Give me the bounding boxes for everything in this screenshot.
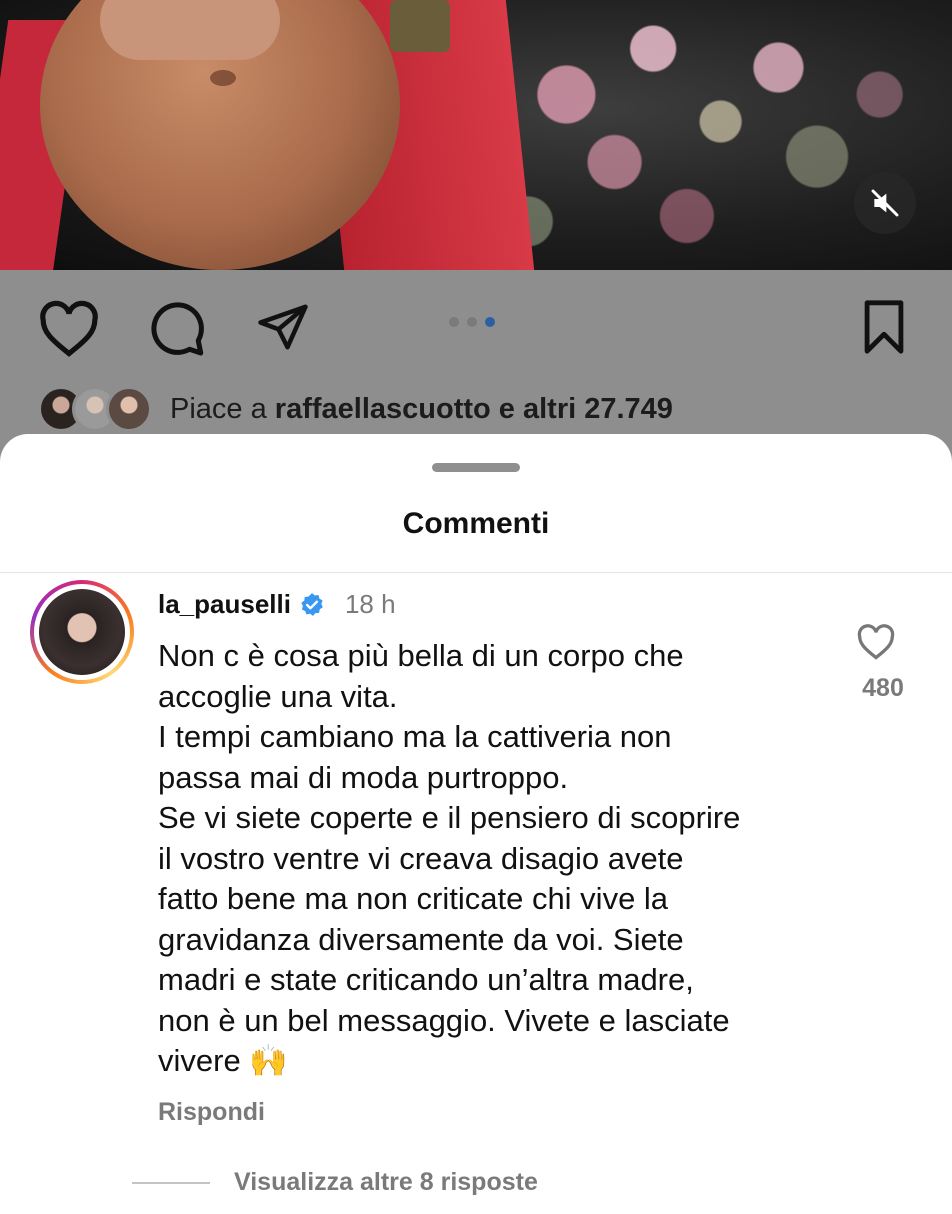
comment-text: Non c è cosa più bella di un corpo che a… xyxy=(158,638,741,1078)
comment-icon[interactable] xyxy=(146,298,208,358)
carousel-dot-active xyxy=(485,317,495,327)
carousel-dot xyxy=(449,317,459,327)
carousel-dot xyxy=(467,317,477,327)
thread-line xyxy=(132,1181,210,1184)
view-more-replies[interactable]: Visualizza altre 8 risposte xyxy=(132,1168,538,1197)
comment-username[interactable]: la_pauselli xyxy=(158,589,291,620)
avatar-photo xyxy=(39,589,125,675)
send-icon[interactable] xyxy=(254,300,312,354)
sheet-title: Commenti xyxy=(402,507,550,540)
comment-like-heart-icon[interactable] xyxy=(856,624,896,660)
likes-user[interactable]: raffaellascuotto xyxy=(275,393,491,425)
commenter-avatar[interactable] xyxy=(30,580,134,684)
comment-header: la_pauselli 18 h xyxy=(158,589,396,620)
likes-count[interactable]: e altri 27.749 xyxy=(491,393,673,425)
avatar xyxy=(106,386,152,432)
heart-icon[interactable] xyxy=(38,300,100,358)
comments-sheet: Commenti la_pauselli 18 h Non c è cosa p… xyxy=(0,434,952,1214)
speaker-muted-icon xyxy=(871,189,899,217)
divider xyxy=(0,572,952,573)
hands xyxy=(100,0,280,60)
carousel-indicator xyxy=(449,317,495,327)
reply-button[interactable]: Rispondi xyxy=(158,1098,265,1127)
bracelet xyxy=(390,0,450,52)
navel xyxy=(210,70,236,86)
likes-text: Piace a raffaellascuotto e altri 27.749 xyxy=(170,393,673,426)
drag-handle[interactable] xyxy=(432,463,520,472)
comment-timestamp: 18 h xyxy=(344,589,396,619)
mute-button[interactable] xyxy=(854,172,916,234)
verified-badge-icon xyxy=(301,592,323,616)
bookmark-icon[interactable] xyxy=(858,298,910,356)
avatar-border xyxy=(34,584,130,680)
liker-avatars xyxy=(38,386,152,432)
comment-like-count: 480 xyxy=(862,674,904,702)
likes-prefix: Piace a xyxy=(170,392,275,425)
likes-summary[interactable]: Piace a raffaellascuotto e altri 27.749 xyxy=(38,386,673,432)
view-more-replies-label[interactable]: Visualizza altre 8 risposte xyxy=(234,1168,538,1197)
post-media[interactable] xyxy=(0,0,952,270)
